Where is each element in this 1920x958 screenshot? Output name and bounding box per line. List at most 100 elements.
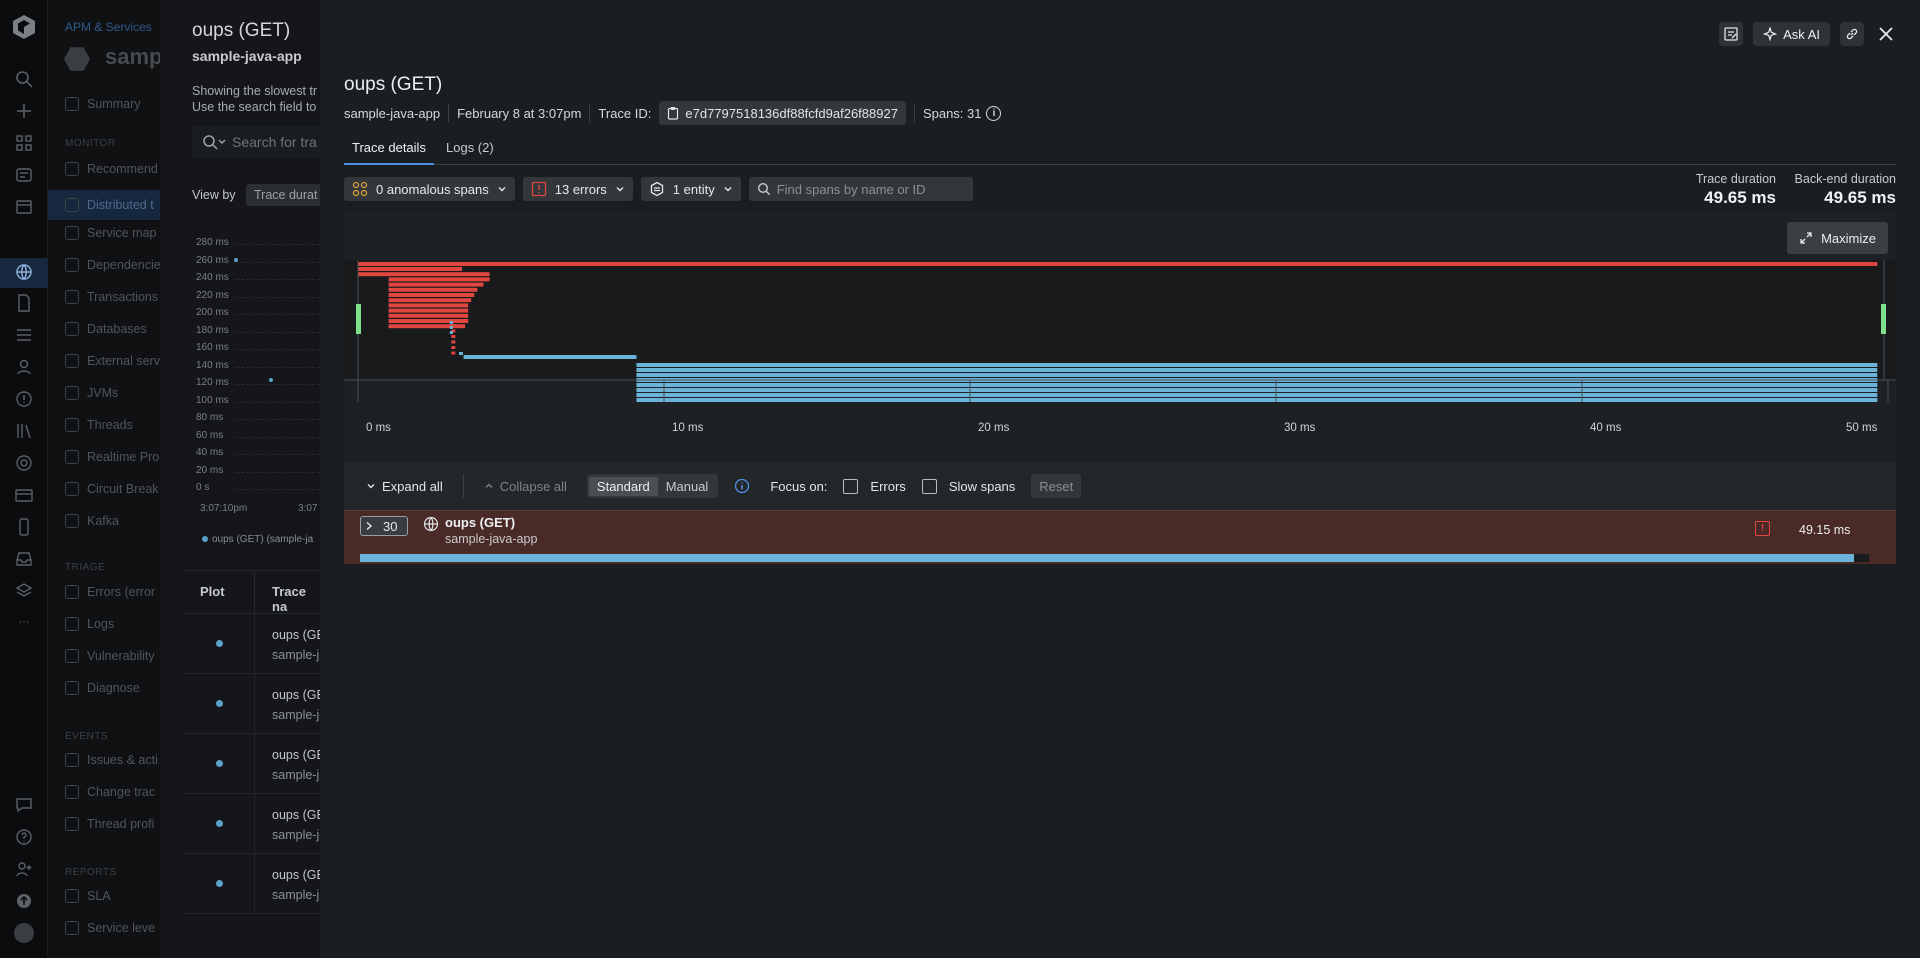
search-icon[interactable] <box>14 69 34 89</box>
apps-grid-icon[interactable] <box>14 133 34 153</box>
anomalous-spans-filter[interactable]: 0 anomalous spans <box>344 177 515 201</box>
sidebar-item[interactable]: Kafka <box>65 510 160 532</box>
error-icon: ! <box>1755 521 1770 536</box>
slow-spans-checkbox[interactable]: Slow spans <box>914 478 1023 494</box>
sidebar-item-label: Service leve <box>87 921 156 935</box>
table-row[interactable]: oups (GET sample-j <box>184 614 320 674</box>
entity-icon <box>650 181 663 197</box>
mobile-icon[interactable] <box>14 517 34 537</box>
document-icon[interactable] <box>14 293 34 313</box>
sidebar-item[interactable]: Circuit Break <box>65 478 160 500</box>
help-icon[interactable] <box>14 827 34 847</box>
more-icon[interactable]: ··· <box>18 614 30 628</box>
manual-mode-button[interactable]: Manual <box>658 477 717 496</box>
sidebar-item[interactable]: Issues & acti <box>65 749 160 771</box>
span-row[interactable]: 30 oups (GET) sample-java-app ! 49.15 ms <box>344 510 1896 564</box>
sidebar-item[interactable]: Logs <box>65 613 160 635</box>
sidebar-item[interactable]: Errors (error <box>65 581 160 603</box>
span-search-input[interactable]: Find spans by name or ID <box>748 177 973 201</box>
reset-button[interactable]: Reset <box>1031 474 1082 498</box>
collapse-all-button[interactable]: Collapse all <box>476 479 575 494</box>
span-mark <box>636 368 1878 372</box>
sidebar-item[interactable]: Service leve <box>65 917 160 939</box>
table-row[interactable]: oups (GE sample-j <box>184 734 320 794</box>
browser-icon[interactable] <box>14 197 34 217</box>
sidebar-item[interactable]: Vulnerability <box>65 645 160 667</box>
scatter-point[interactable] <box>234 258 238 262</box>
info-icon[interactable]: i <box>986 105 1002 121</box>
sidebar-item[interactable]: Service map <box>65 222 160 244</box>
sidebar-item[interactable]: Databases <box>65 318 160 340</box>
tab-trace-details[interactable]: Trace details <box>344 140 434 165</box>
sidebar-item[interactable]: Dependencie <box>65 254 160 276</box>
y-tick-label: 220 ms <box>196 289 229 301</box>
globe-icon[interactable] <box>14 262 34 282</box>
expand-all-button[interactable]: Expand all <box>358 479 451 494</box>
sidebar-item[interactable]: Summary <box>65 93 160 115</box>
sidebar-item[interactable]: Distributed t <box>48 190 160 220</box>
add-icon[interactable] <box>14 101 34 121</box>
expand-children-button[interactable]: 30 <box>360 516 408 536</box>
focus-on-label: Focus on: <box>770 478 828 494</box>
sidebar-item[interactable]: Diagnose <box>65 677 160 699</box>
nav-item-icon <box>65 450 79 464</box>
breadcrumb[interactable]: APM & Services <box>65 20 152 34</box>
avatar[interactable] <box>14 923 34 943</box>
trace-waterfall-overview[interactable]: Maximize 0 ms 10 ms 20 ms 30 ms 40 ms 50 ms <box>344 214 1896 462</box>
nav-item-icon <box>65 258 79 272</box>
table-row[interactable]: oups (GE sample-j <box>184 794 320 854</box>
standard-mode-button[interactable]: Standard <box>588 476 658 496</box>
error-icon <box>531 181 546 197</box>
column-plot[interactable]: Plot <box>200 584 225 599</box>
sidebar-item[interactable]: Transactions <box>65 286 160 308</box>
layers-icon[interactable] <box>14 165 34 185</box>
view-by-select[interactable]: Trace durat <box>246 184 320 206</box>
table-row[interactable]: oups (GE sample-j <box>184 854 320 914</box>
table-row[interactable]: oups (GE sample-j <box>184 674 320 734</box>
sidebar-item[interactable]: Change trac <box>65 781 160 803</box>
sidebar-item[interactable]: Realtime Pro <box>65 446 160 468</box>
app-logo-icon[interactable] <box>12 14 36 40</box>
trace-id-copy[interactable]: e7d7797518136df88fcfd9af26f88927 <box>659 101 906 125</box>
sidebar-item[interactable]: SLA <box>65 885 160 907</box>
chevron-up-icon <box>485 483 493 488</box>
nav-item-icon <box>65 817 79 831</box>
sidebar-item[interactable]: Thread profi <box>65 813 160 835</box>
errors-filter[interactable]: 13 errors <box>522 177 633 201</box>
errors-checkbox[interactable]: Errors <box>835 478 913 494</box>
column-trace-name[interactable]: Trace na <box>272 584 320 614</box>
sidebar-item[interactable]: Recommend <box>65 158 160 180</box>
nav-item-icon <box>65 162 79 176</box>
sidebar-item[interactable]: External serv <box>65 350 160 372</box>
chevron-down-icon <box>367 484 375 489</box>
plot-dot <box>216 760 223 767</box>
span-mark <box>388 282 484 287</box>
inbox-icon[interactable] <box>14 549 34 569</box>
y-tick-label: 160 ms <box>196 342 229 353</box>
trace-search-input[interactable]: Search for tra <box>192 126 320 158</box>
upgrade-icon[interactable] <box>14 891 34 911</box>
search-icon <box>757 182 770 196</box>
entity-filter[interactable]: 1 entity <box>640 177 741 201</box>
alert-icon[interactable] <box>14 389 34 409</box>
user-icon[interactable] <box>14 357 34 377</box>
tab-logs[interactable]: Logs (2) <box>438 140 502 165</box>
view-mode-toggle: Standard Manual <box>586 474 719 498</box>
span-mark <box>636 373 1878 377</box>
chat-icon[interactable] <box>14 795 34 815</box>
list-icon[interactable] <box>14 325 34 345</box>
target-icon[interactable] <box>14 453 34 473</box>
trace-id-label: Trace ID: <box>598 105 652 121</box>
stack-icon[interactable] <box>14 581 34 601</box>
checkbox[interactable] <box>843 478 859 494</box>
sidebar-item[interactable]: Threads <box>65 414 160 436</box>
add-user-icon[interactable] <box>14 859 34 879</box>
checkbox[interactable] <box>921 478 937 494</box>
service-name[interactable]: sample-java-app <box>344 106 440 121</box>
scatter-point[interactable] <box>269 378 273 382</box>
library-icon[interactable] <box>14 421 34 441</box>
sidebar-item[interactable]: JVMs <box>65 382 160 404</box>
section-events: EVENTS <box>65 731 109 742</box>
credit-card-icon[interactable] <box>14 485 34 505</box>
info-icon[interactable] <box>734 478 750 494</box>
